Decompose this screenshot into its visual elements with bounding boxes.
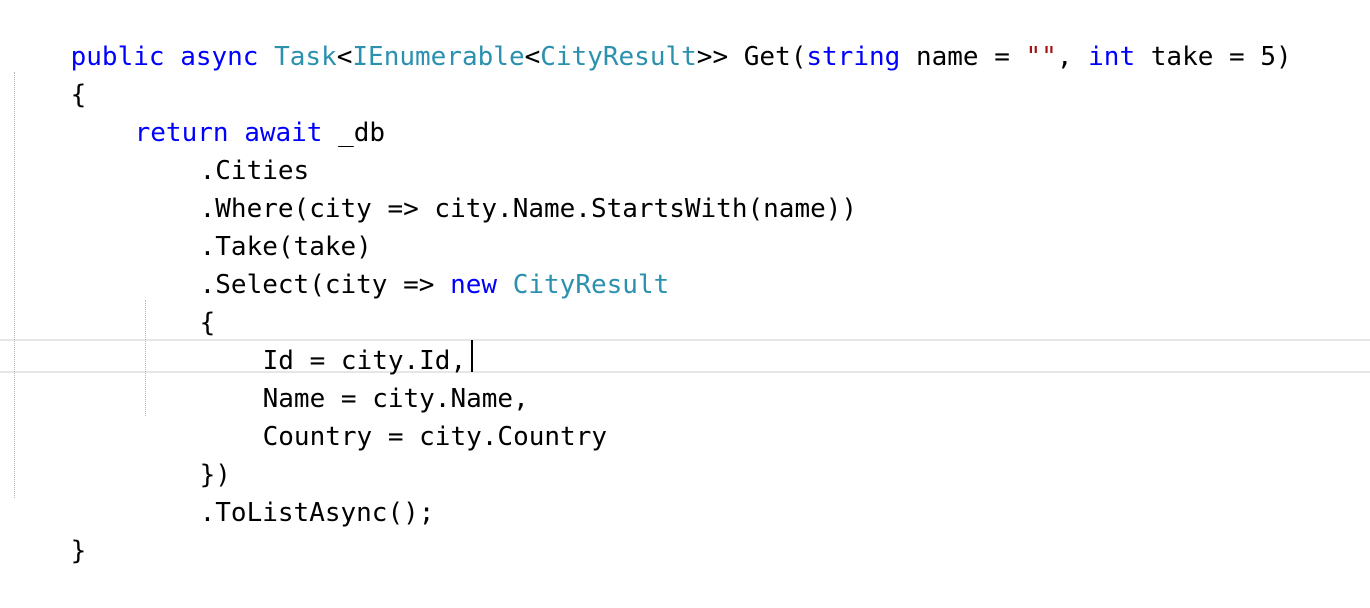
punctuation-token: < bbox=[336, 42, 353, 72]
identifier-token: .Select(city => bbox=[199, 270, 451, 300]
type-token: Task bbox=[274, 42, 337, 72]
punctuation-token: , bbox=[1056, 42, 1089, 72]
string-token: "" bbox=[1025, 42, 1057, 72]
keyword-token: string bbox=[806, 42, 901, 72]
code-line-3: return await _db bbox=[72, 76, 385, 148]
code-line-9: Id = city.Id, bbox=[200, 304, 467, 376]
punctuation-token: < bbox=[524, 42, 541, 72]
identifier-token: take = 5) bbox=[1135, 42, 1292, 72]
identifier-token: >> Get( bbox=[696, 42, 807, 72]
keyword-token: public async bbox=[70, 42, 275, 72]
code-line-6: .Take(take) bbox=[137, 190, 372, 262]
type-token: IEnumerable bbox=[352, 42, 525, 72]
code-line-5: .Where(city => city.Name.StartsWith(name… bbox=[137, 152, 857, 224]
identifier-token: Country = city.Country bbox=[262, 422, 607, 452]
code-line-1: public async Task<IEnumerable<CityResult… bbox=[8, 0, 1292, 72]
code-line-2: { bbox=[8, 38, 87, 110]
identifier-token: name = bbox=[900, 42, 1026, 72]
keyword-token: int bbox=[1088, 42, 1136, 72]
type-token: CityResult bbox=[512, 270, 670, 300]
code-line-12: }) bbox=[137, 418, 231, 490]
code-line-14: } bbox=[8, 494, 87, 566]
close-brace-token: } bbox=[70, 536, 87, 566]
identifier-token: _db bbox=[322, 118, 386, 148]
code-line-4: .Cities bbox=[137, 114, 310, 186]
code-line-7: .Select(city => new CityResult bbox=[137, 228, 670, 300]
type-token: CityResult bbox=[540, 42, 697, 72]
code-line-13: .ToListAsync(); bbox=[137, 456, 435, 528]
code-line-10: Name = city.Name, bbox=[200, 342, 529, 414]
text-caret bbox=[471, 340, 473, 372]
identifier-token: .ToListAsync(); bbox=[199, 498, 435, 528]
code-line-11: Country = city.Country bbox=[200, 380, 607, 452]
code-editor[interactable]: public async Task<IEnumerable<CityResult… bbox=[0, 0, 1370, 566]
code-line-8: { bbox=[137, 266, 216, 338]
keyword-token: new bbox=[450, 270, 498, 300]
